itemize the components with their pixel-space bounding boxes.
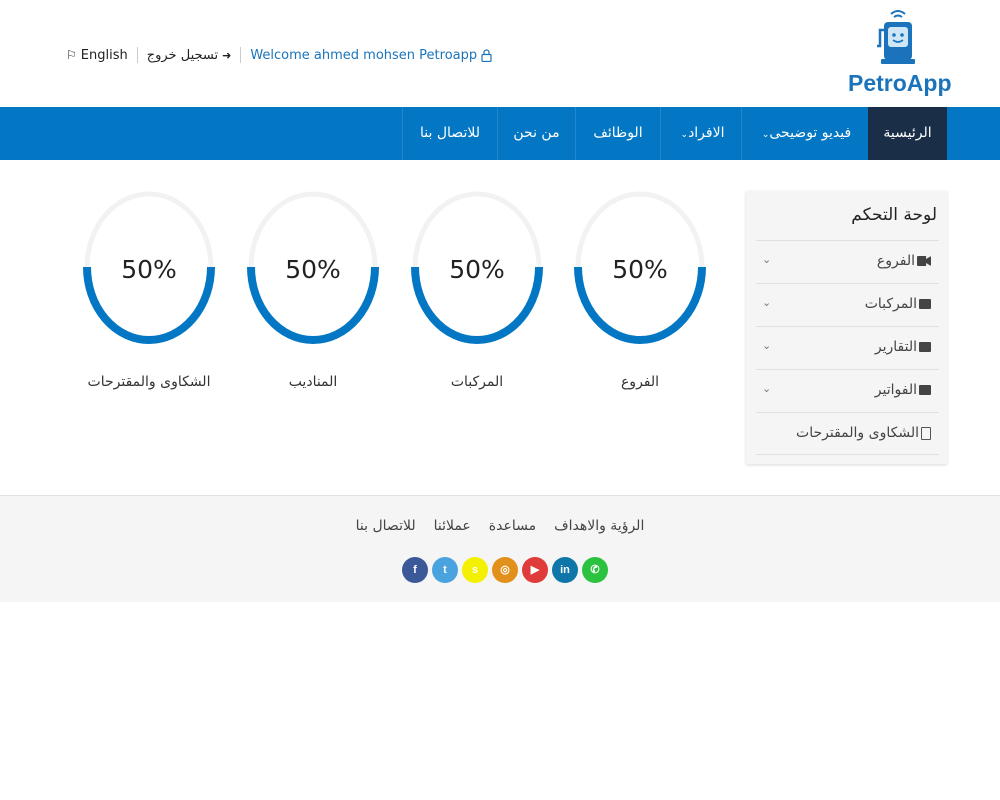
control-panel-sidebar: لوحة التحكم الفروع ⌄ المركبات ⌄ التقارير…	[746, 191, 947, 464]
stat-percent: 50%	[121, 255, 177, 284]
document-icon	[921, 426, 931, 440]
snapchat-icon[interactable]: s	[462, 557, 488, 583]
top-header: ⚐ English تسجيل خروج ➜ Welcome ahmed moh…	[0, 0, 1000, 107]
nav-members-label: الافراد	[688, 125, 725, 141]
divider	[136, 47, 138, 63]
nav-jobs-label: الوظائف	[593, 125, 643, 141]
logout-link[interactable]: تسجيل خروج ➜	[147, 48, 232, 63]
nav-home[interactable]: الرئيسية	[868, 107, 947, 160]
nav-jobs[interactable]: الوظائف	[575, 107, 660, 160]
footer-link-help[interactable]: مساعدة	[489, 518, 536, 534]
welcome-label: Welcome ahmed mohsen Petroapp	[250, 47, 478, 63]
language-link[interactable]: ⚐ English	[66, 48, 128, 63]
sidebar-item-invoices[interactable]: الفواتير ⌄	[756, 369, 939, 412]
chevron-down-icon: ⌄	[762, 382, 772, 395]
stat-percent: 50%	[285, 255, 341, 284]
language-label: English	[80, 47, 128, 63]
sidebar-list: الفروع ⌄ المركبات ⌄ التقارير ⌄ الفواتير …	[756, 240, 939, 455]
sidebar-item-reports[interactable]: التقارير ⌄	[756, 326, 939, 369]
nav-members[interactable]: ⌄الافراد	[660, 107, 741, 160]
linkedin-icon[interactable]: in	[552, 557, 578, 583]
footer: الرؤية والاهداف مساعدة عملائنا للاتصال ب…	[0, 495, 1000, 602]
nav-about-label: من نحن	[513, 125, 560, 141]
social-links: f t s ◎ ▶ in ✆	[402, 557, 608, 583]
nav-contact[interactable]: للاتصال بنا	[402, 107, 497, 160]
sidebar-item-label: الشكاوى والمقترحات	[796, 425, 919, 441]
footer-links: الرؤية والاهداف مساعدة عملائنا للاتصال ب…	[0, 518, 1000, 534]
lock-icon	[481, 48, 492, 62]
sidebar-item-vehicles[interactable]: المركبات ⌄	[756, 283, 939, 326]
nav-home-label: الرئيسية	[883, 125, 932, 141]
stat-label: الفروع	[620, 374, 660, 390]
stat-delegates: 50% المناديب	[246, 189, 380, 390]
nav-video-label: فيديو توضيحى	[769, 125, 852, 141]
divider	[240, 47, 242, 63]
briefcase-icon	[919, 385, 931, 395]
main-navbar: الرئيسية ⌄فيديو توضيحى ⌄الافراد الوظائف …	[0, 107, 1000, 160]
twitter-icon[interactable]: t	[432, 557, 458, 583]
brand-logo[interactable]: PetroApp	[848, 8, 952, 98]
chevron-down-icon: ⌄	[762, 253, 772, 266]
stat-percent: 50%	[449, 255, 505, 284]
sidebar-item-label: التقارير	[874, 339, 917, 355]
sidebar-item-label: الفروع	[876, 253, 915, 269]
briefcase-icon	[919, 342, 931, 352]
youtube-icon[interactable]: ▶	[522, 557, 548, 583]
sidebar-title: لوحة التحكم	[851, 205, 937, 225]
whatsapp-icon[interactable]: ✆	[582, 557, 608, 583]
chevron-down-icon: ⌄	[762, 339, 772, 352]
stat-percent: 50%	[612, 255, 668, 284]
footer-link-contact[interactable]: للاتصال بنا	[356, 518, 416, 534]
brand-name: PetroApp	[848, 70, 952, 96]
fuel-pump-robot-icon	[877, 10, 915, 64]
sidebar-item-label: الفواتير	[874, 382, 917, 398]
nav-video-tutorial[interactable]: ⌄فيديو توضيحى	[741, 107, 868, 160]
sidebar-item-label: المركبات	[864, 296, 917, 312]
facebook-icon[interactable]: f	[402, 557, 428, 583]
sidebar-item-branches[interactable]: الفروع ⌄	[756, 240, 939, 283]
logout-label: تسجيل خروج	[146, 47, 219, 63]
stat-vehicles: 50% المركبات	[410, 189, 544, 390]
sidebar-item-complaints[interactable]: الشكاوى والمقترحات	[756, 412, 939, 455]
flag-icon: ⚐	[66, 48, 77, 62]
video-camera-icon	[917, 256, 931, 266]
sign-out-icon: ➜	[222, 48, 232, 62]
top-links: ⚐ English تسجيل خروج ➜ Welcome ahmed moh…	[66, 45, 492, 65]
chevron-down-icon: ⌄	[762, 296, 772, 309]
nav-about[interactable]: من نحن	[497, 107, 575, 160]
stat-complaints: 50% الشكاوى والمقترحات	[82, 189, 216, 390]
stat-branches: 50% الفروع	[573, 189, 707, 390]
footer-link-vision[interactable]: الرؤية والاهداف	[554, 518, 644, 534]
nav-contact-label: للاتصال بنا	[420, 125, 480, 141]
briefcase-icon	[919, 299, 931, 309]
welcome-user-link[interactable]: Welcome ahmed mohsen Petroapp	[250, 48, 492, 63]
chevron-down-icon: ⌄	[680, 130, 689, 140]
instagram-icon[interactable]: ◎	[492, 557, 518, 583]
footer-link-clients[interactable]: عملائنا	[434, 518, 471, 534]
